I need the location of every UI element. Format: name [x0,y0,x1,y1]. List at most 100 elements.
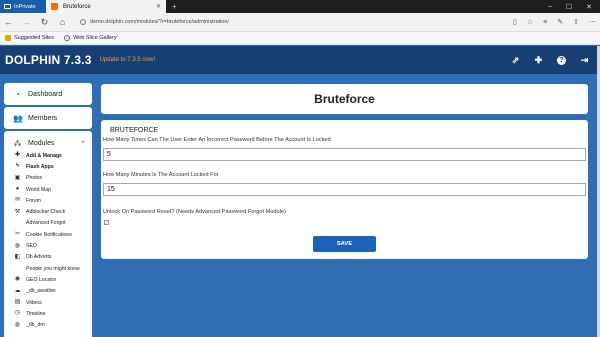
browser-toolbar-right: ▯ ☆ ≡ ✎ ⇪ ⋯ [513,18,596,27]
weather-icon: ☁ [14,287,21,294]
suggested-sites-icon [5,35,11,41]
back-icon[interactable]: ← [4,17,13,27]
close-window-icon[interactable]: ✕ [586,3,592,11]
module-item-label: Add & Manage [26,152,63,159]
chevron-up-icon[interactable]: ⌃ [80,140,86,148]
sidebar-module-item[interactable]: ◉ GEO Locator [4,274,92,285]
sidebar-module-item[interactable]: ▣ Photos [4,173,92,184]
sidebar-module-item[interactable]: ◍ _db_dm [4,319,92,330]
sidebar-item-members[interactable]: 👥 Members [4,107,92,129]
module-item-label: Photos [26,175,43,182]
home-icon[interactable]: ⌂ [58,17,67,27]
sidebar-module-item[interactable]: ϟ Flash Apps [4,161,92,172]
sidebar-module-item[interactable]: ◍ SEO [4,240,92,251]
hub-icon[interactable]: ≡ [543,19,547,26]
module-item-label: SEO [26,243,37,250]
window-controls: – ☐ ✕ [548,0,600,13]
globe-icon: ◍ [14,242,21,249]
module-item-label: Advanced Forgot [26,220,66,227]
sidebar-module-item[interactable]: •People you might know [4,263,92,274]
geo-icon: ◉ [14,276,21,283]
photo-icon: ▣ [14,174,21,181]
favorite-suggested-sites[interactable]: Suggested Sites [5,35,54,41]
header-icons: ⇗ ✚ ? ⇥ [511,55,595,65]
lock-minutes-input[interactable] [103,183,586,196]
dashboard-icon: ◔ [15,89,20,99]
logout-icon[interactable]: ⇥ [580,55,589,65]
clock-icon: ◷ [14,310,21,317]
more-icon[interactable]: ⋯ [589,18,596,26]
update-notice-link[interactable]: Update to 7.3.5 now! [100,57,155,63]
sidebar-module-item[interactable]: ◷ Timeline [4,308,92,319]
url-text: demo.dolphin.com/modules/?r=bruteforce/a… [90,19,229,25]
comments-icon: ✉ [14,197,21,204]
tab-close-icon[interactable]: ✕ [156,3,161,10]
puzzle-icon[interactable]: ✚ [534,55,543,65]
favorite-web-slice-gallery[interactable]: Web Slice Gallery [64,35,117,41]
map-pin-icon: ● [15,186,20,193]
sidebar-item-modules[interactable]: ⁂ Modules ⌃ [4,137,92,150]
sidebar-item-label: Modules [28,140,55,147]
page-title-card: Bruteforce [101,84,588,114]
module-item-label: Flash Apps [26,163,54,170]
refresh-icon[interactable]: ↻ [40,17,49,28]
sidebar-module-item[interactable]: ✉ Forum [4,195,92,206]
notes-icon[interactable]: ✎ [557,18,563,26]
save-button[interactable]: SAVE [313,236,376,252]
film-icon: ▤ [14,299,21,305]
sidebar-module-item[interactable]: ▤ Videos [4,297,92,308]
bruteforce-settings-form: BRUTEFORCE How Many Times Can The User E… [101,120,588,259]
tab-title: Bruteforce [63,3,91,10]
favorites-bar: Suggested Sites Web Slice Gallery [0,32,600,45]
browser-titlebar: InPrivate Bruteforce ✕ + – ☐ ✕ [0,0,600,13]
fieldset-title: BRUTEFORCE [110,127,159,134]
sidebar-module-item[interactable]: ⚒ Adblocker Check [4,206,92,217]
sidebar-module-item[interactable]: ◧ Db Adverts [4,252,92,263]
module-item-label: _db_weather [26,288,56,295]
favorite-label: Suggested Sites [14,35,55,41]
unlock-on-reset-checkbox[interactable]: ✓ [104,220,109,225]
sidebar-module-item[interactable]: •Advanced Forgot [4,218,92,229]
sidebar: ◔ Dashboard 👥 Members ⁂ Modules ⌃ ✚ Add &… [4,83,92,337]
sidebar-module-item[interactable]: ● World Map [4,184,92,195]
sidebar-module-item[interactable]: ✂ Cookie Notifications [4,229,92,240]
forward-icon[interactable]: → [22,17,31,27]
users-icon: 👥 [13,113,23,123]
app-header: DOLPHIN 7.3.3 Update to 7.3.5 now! ⇗ ✚ ?… [0,46,600,74]
app-logo[interactable]: DOLPHIN 7.3.3 [5,53,92,67]
share-icon[interactable]: ⇪ [573,18,579,26]
help-icon[interactable]: ? [557,55,566,65]
favorite-label: Web Slice Gallery [73,35,117,41]
module-item-label: Adblocker Check [26,209,66,216]
module-item-label: Videos [26,299,42,306]
favorite-star-icon[interactable]: ☆ [527,18,533,26]
new-tab-button[interactable]: + [166,0,183,13]
gavel-icon: ⚒ [14,208,21,215]
dm-icon: ◍ [14,321,21,328]
sidebar-module-item[interactable]: ✚ Add & Manage [4,150,92,161]
reading-view-icon[interactable]: ▯ [513,18,517,26]
page-title: Bruteforce [314,92,375,106]
minimize-icon[interactable]: – [548,3,552,10]
sidebar-module-item[interactable]: ☁ _db_weather [4,286,92,297]
browser-tab[interactable]: Bruteforce ✕ [46,0,166,13]
module-item-label: _db_dm [26,322,45,329]
plus-icon: ✚ [14,152,21,159]
max-attempts-label: How Many Times Can The User Enter An Inc… [103,137,331,143]
module-item-label: World Map [26,186,51,193]
max-attempts-input[interactable] [103,148,586,161]
module-item-label: Timeline [26,310,46,317]
address-bar[interactable]: demo.dolphin.com/modules/?r=bruteforce/a… [76,15,496,29]
module-item-label: Db Adverts [26,254,52,261]
module-item-label: Forum [26,197,41,204]
site-favicon-icon [51,3,58,10]
module-item-label: GEO Locator [26,276,57,283]
cubes-icon: ⁂ [13,139,22,148]
module-item-label: Cookie Notifications [26,231,72,238]
sidebar-modules-panel: ⁂ Modules ⌃ ✚ Add & Manage ϟ Flash Apps ▣ Pho… [4,131,92,337]
sidebar-item-dashboard[interactable]: ◔ Dashboard [4,83,92,105]
maximize-icon[interactable]: ☐ [566,3,572,11]
page-info-icon [80,19,86,25]
lock-minutes-label: How Many Minutes Is The Account Locked F… [103,172,219,178]
external-link-icon[interactable]: ⇗ [511,55,520,65]
